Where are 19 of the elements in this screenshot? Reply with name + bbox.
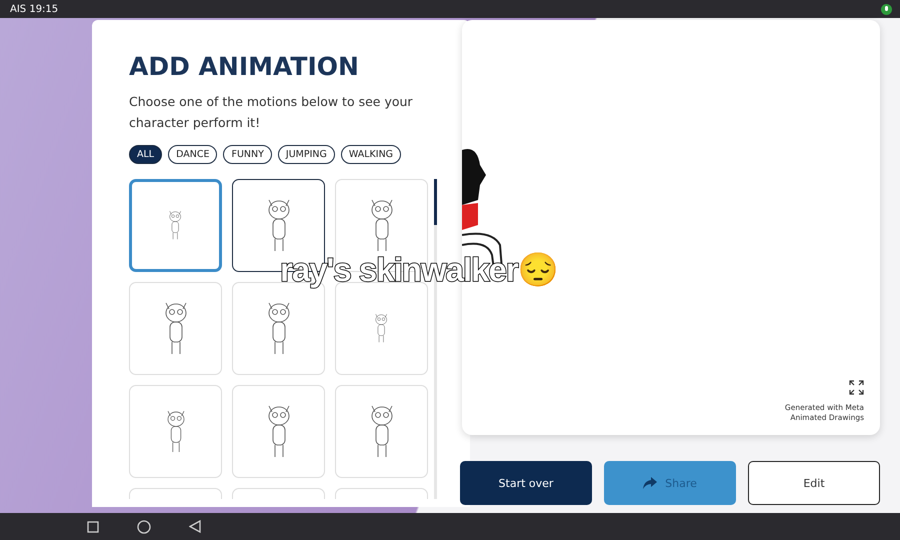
square-icon[interactable]	[87, 520, 99, 532]
share-icon	[643, 477, 658, 489]
panel-description: Choose one of the motions below to see your character perform it!	[129, 93, 414, 132]
scroll-thumb[interactable]	[434, 179, 437, 225]
start-over-button[interactable]: Start over	[460, 461, 592, 505]
microphone-icon	[881, 4, 892, 14]
filter-chip[interactable]: DANCE	[168, 145, 218, 164]
filter-chip[interactable]: WALKING	[340, 145, 402, 164]
circle-icon[interactable]	[137, 520, 151, 534]
filter-chip[interactable]: JUMPING	[278, 145, 335, 164]
filter-chip[interactable]: ALL	[129, 145, 162, 164]
panel-title: ADD ANIMATION	[129, 52, 360, 81]
cat-drawing	[373, 312, 390, 345]
cat-drawing	[167, 209, 184, 242]
filter-chip[interactable]: FUNNY	[223, 145, 272, 164]
carrier-time: AIS 19:15	[10, 4, 58, 14]
back-icon[interactable]	[189, 520, 201, 533]
edit-button[interactable]: Edit	[748, 461, 880, 505]
fullscreen-icon[interactable]	[849, 380, 864, 395]
